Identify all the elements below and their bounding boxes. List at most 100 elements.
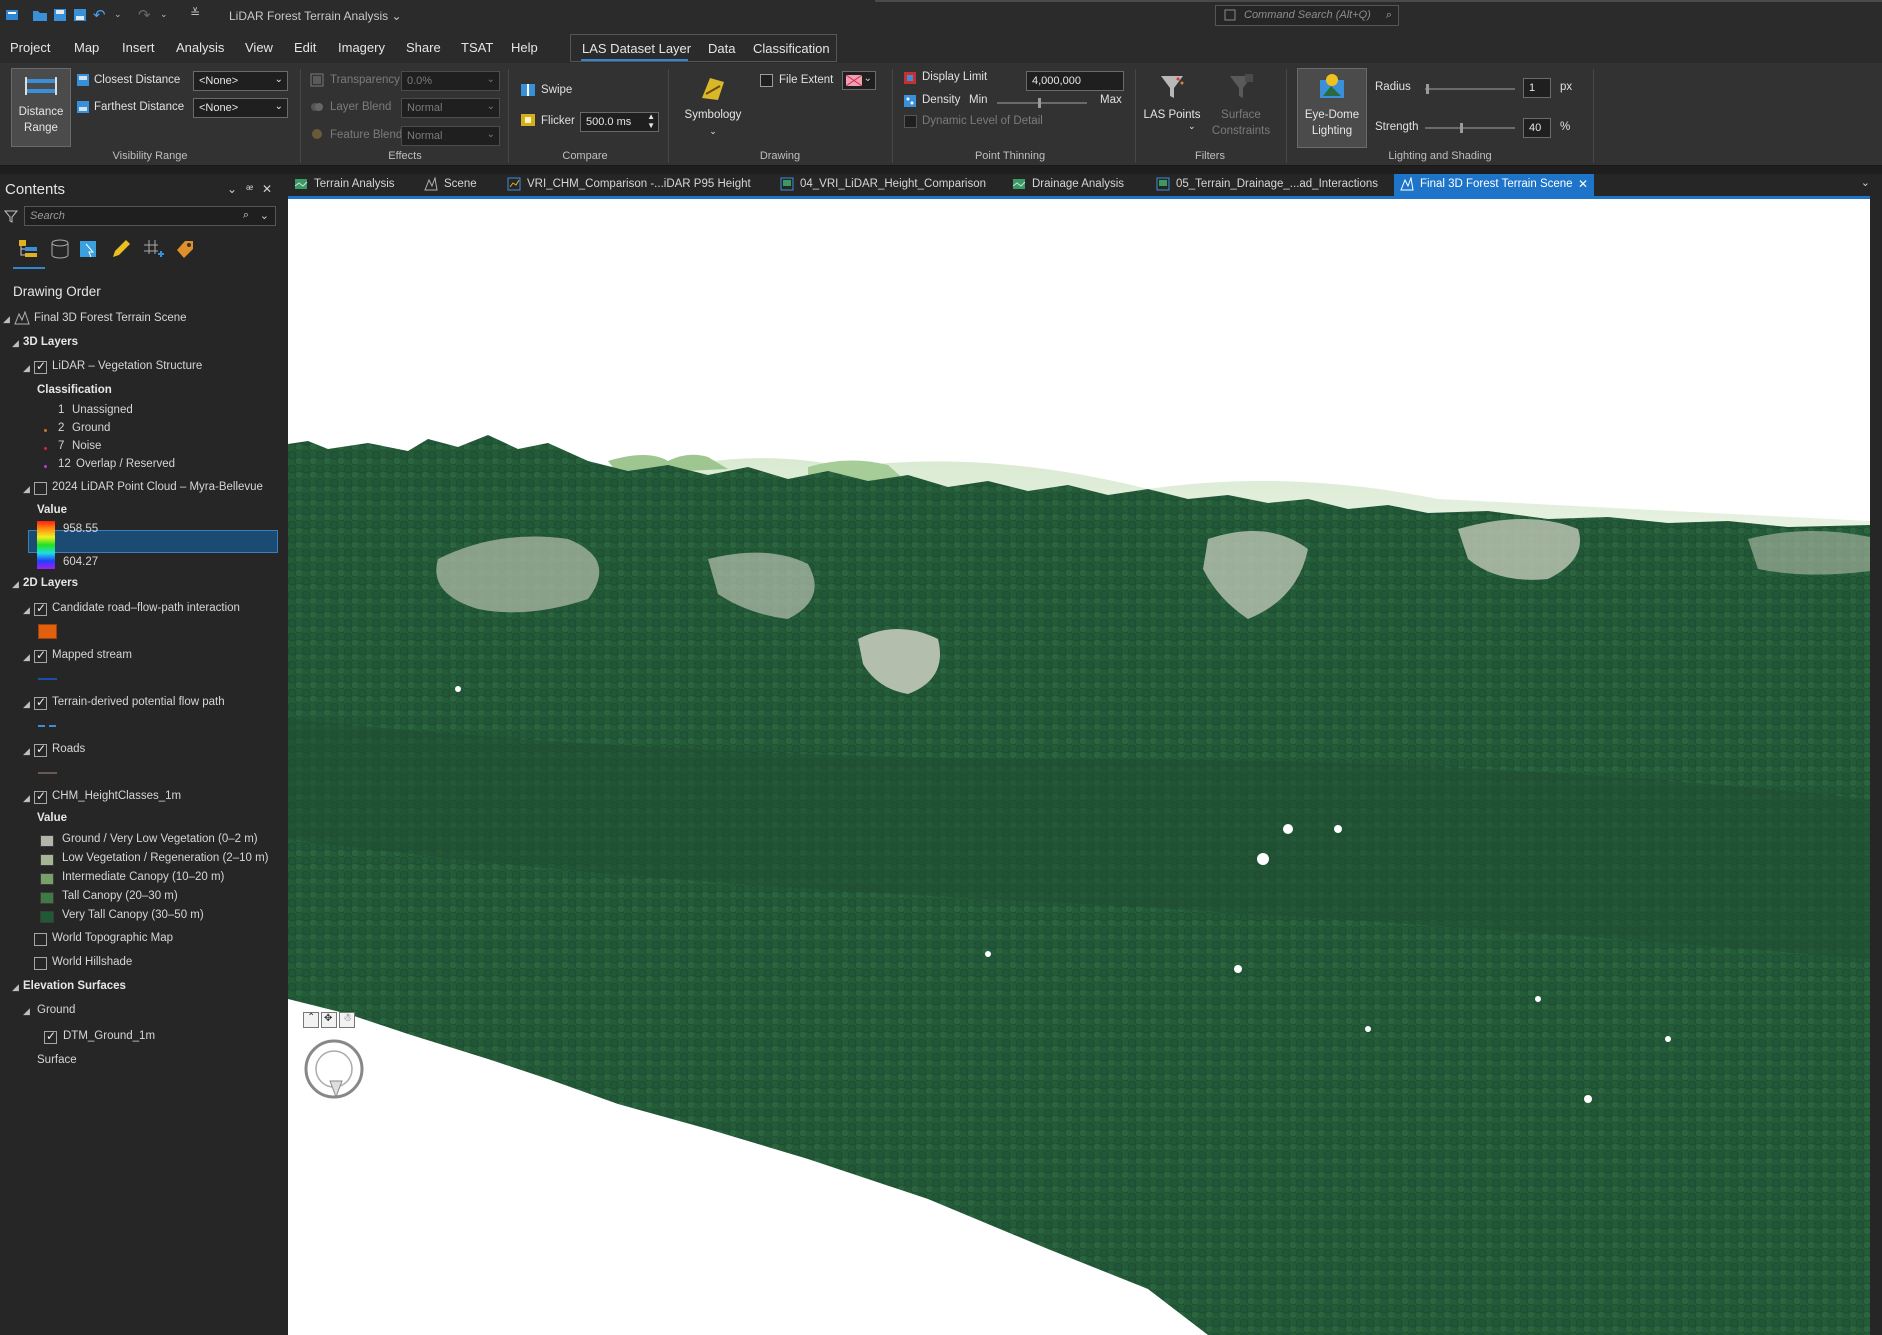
list-by-labeling-icon[interactable] <box>174 238 196 260</box>
open-project-icon[interactable] <box>32 7 48 23</box>
flow-path-visibility-checkbox[interactable] <box>34 695 47 710</box>
collapse-icon[interactable]: ◢ <box>3 314 10 325</box>
redo-dropdown-icon[interactable]: ⌄ <box>160 9 168 20</box>
filter-icon[interactable] <box>4 209 18 223</box>
list-by-snapping-icon[interactable] <box>142 238 164 260</box>
strength-slider[interactable] <box>1425 127 1515 129</box>
tab-04-vri-lidar-height[interactable]: 04_VRI_LiDAR_Height_Comparison <box>776 174 986 196</box>
command-search-input[interactable]: Command Search (Alt+Q) ⌕ <box>1215 5 1399 26</box>
surface-constraints-button[interactable]: Surface Constraints <box>1208 68 1274 148</box>
pane-splitter[interactable] <box>280 174 288 1335</box>
menu-imagery[interactable]: Imagery <box>338 40 385 55</box>
nav-pan-button[interactable]: ✥ <box>321 1012 337 1028</box>
collapse-icon[interactable]: ◢ <box>23 1006 30 1017</box>
symbology-button[interactable]: Symbology ⌄ <box>678 68 748 148</box>
list-by-editing-icon[interactable] <box>110 238 132 260</box>
2d-layers-heading[interactable]: 2D Layers <box>23 577 78 589</box>
collapse-icon[interactable]: ◢ <box>23 699 30 710</box>
menu-insert[interactable]: Insert <box>122 40 155 55</box>
collapse-icon[interactable]: ◢ <box>12 982 19 993</box>
customize-toolbar-icon[interactable]: ≚ <box>190 6 200 20</box>
eye-dome-lighting-button[interactable]: Eye-Dome Lighting <box>1297 68 1367 148</box>
elevation-surfaces-heading[interactable]: Elevation Surfaces <box>23 980 126 992</box>
swipe-icon[interactable] <box>520 83 536 97</box>
nav-walk-button[interactable]: ☃ <box>339 1012 355 1028</box>
strength-slider-thumb[interactable] <box>1460 123 1463 133</box>
collapse-icon[interactable]: ◢ <box>12 338 19 349</box>
save-as-icon[interactable] <box>72 7 88 23</box>
save-icon[interactable] <box>52 7 68 23</box>
topo-visibility-checkbox[interactable] <box>34 933 47 946</box>
dtm-visibility-checkbox[interactable] <box>44 1029 57 1044</box>
menu-help[interactable]: Help <box>511 40 538 55</box>
collapse-icon[interactable]: ◢ <box>23 363 30 374</box>
hillshade-layer-name[interactable]: World Hillshade <box>52 956 132 968</box>
chm-layer-name[interactable]: CHM_HeightClasses_1m <box>52 790 181 802</box>
pin-icon[interactable]: ᵆ <box>246 182 253 196</box>
pane-options-icon[interactable]: ⌄ <box>227 182 237 196</box>
tab-05-terrain-drainage[interactable]: 05_Terrain_Drainage_...ad_Interactions <box>1152 174 1378 196</box>
feature-blend-select[interactable]: Normal ⌄ <box>401 126 500 146</box>
list-by-drawing-order-icon[interactable] <box>17 238 39 260</box>
menu-edit[interactable]: Edit <box>294 40 316 55</box>
spinner-icon[interactable]: ▲ ▼ <box>647 112 655 130</box>
radius-slider-thumb[interactable] <box>1426 84 1429 94</box>
roads-visibility-checkbox[interactable] <box>34 742 47 757</box>
app-title[interactable]: LiDAR Forest Terrain Analysis ⌄ <box>229 9 402 23</box>
tab-classification[interactable]: Classification <box>753 41 830 56</box>
collapse-icon[interactable]: ◢ <box>23 652 30 663</box>
chm-visibility-checkbox[interactable] <box>34 789 47 804</box>
menu-share[interactable]: Share <box>406 40 441 55</box>
mapped-stream-layer-name[interactable]: Mapped stream <box>52 649 132 661</box>
road-flow-visibility-checkbox[interactable] <box>34 601 47 616</box>
dtm-layer-name[interactable]: DTM_Ground_1m <box>63 1030 155 1042</box>
scene-view[interactable]: ⌃ ✥ ☃ ⁚ <box>288 199 1870 1335</box>
hillshade-visibility-checkbox[interactable] <box>34 957 47 970</box>
ground-surface-name[interactable]: Ground <box>37 1004 75 1016</box>
roads-layer-name[interactable]: Roads <box>52 743 85 755</box>
nav-up-button[interactable]: ⌃ <box>303 1012 319 1028</box>
collapse-icon[interactable]: ◢ <box>23 746 30 757</box>
topo-layer-name[interactable]: World Topographic Map <box>52 932 173 944</box>
menu-analysis[interactable]: Analysis <box>176 40 224 55</box>
closest-distance-select[interactable]: <None> ⌄ <box>193 71 288 91</box>
swipe-label[interactable]: Swipe <box>541 84 572 96</box>
navigator-compass[interactable] <box>302 1037 366 1101</box>
undo-dropdown-icon[interactable]: ⌄ <box>114 9 122 20</box>
dynamic-lod-checkbox[interactable] <box>904 115 917 128</box>
strength-input[interactable]: 40 <box>1523 118 1551 138</box>
flicker-icon[interactable] <box>520 113 536 127</box>
tab-drainage-analysis[interactable]: Drainage Analysis <box>1008 174 1128 196</box>
flicker-interval-input[interactable]: 500.0 ms ▲ ▼ <box>580 112 659 132</box>
list-by-selection-icon[interactable] <box>78 238 100 260</box>
las-points-button[interactable]: LAS Points ⌄ <box>1142 68 1202 148</box>
distance-range-button[interactable]: Distance Range <box>11 68 71 147</box>
lidar-layer-visibility-checkbox[interactable] <box>34 359 47 374</box>
point-cloud-layer-name[interactable]: 2024 LiDAR Point Cloud – Myra-Bellevue <box>52 481 263 493</box>
menu-tsat[interactable]: TSAT <box>461 40 493 55</box>
farthest-distance-select[interactable]: <None> ⌄ <box>193 98 288 118</box>
flow-path-layer-name[interactable]: Terrain-derived potential flow path <box>52 696 225 708</box>
menu-view[interactable]: View <box>245 40 273 55</box>
toc-search-input[interactable]: Search ⌕ ⌄ <box>24 206 276 226</box>
collapse-icon[interactable]: ◢ <box>23 793 30 804</box>
transparency-select[interactable]: 0.0% ⌄ <box>401 71 500 91</box>
undo-icon[interactable]: ↶ <box>93 6 106 24</box>
tab-las-dataset-layer[interactable]: LAS Dataset Layer <box>582 41 691 56</box>
collapse-icon[interactable]: ◢ <box>23 484 30 495</box>
nav-more-icon[interactable]: ⁚ <box>360 1009 363 1020</box>
mapped-stream-visibility-checkbox[interactable] <box>34 648 47 663</box>
radius-input[interactable]: 1 <box>1523 78 1551 98</box>
point-cloud-visibility-checkbox[interactable] <box>34 482 47 495</box>
road-flow-layer-name[interactable]: Candidate road–flow-path interaction <box>52 602 240 614</box>
tab-final-3d-forest-terrain-scene[interactable]: Final 3D Forest Terrain Scene ✕ <box>1394 174 1594 196</box>
menu-project[interactable]: Project <box>10 40 50 55</box>
scene-name[interactable]: Final 3D Forest Terrain Scene <box>34 312 187 324</box>
list-by-data-source-icon[interactable] <box>49 238 71 260</box>
tab-data[interactable]: Data <box>708 41 735 56</box>
tab-terrain-analysis[interactable]: Terrain Analysis <box>290 174 405 196</box>
display-limit-input[interactable]: 4,000,000 <box>1026 71 1124 91</box>
lidar-layer-name[interactable]: LiDAR – Vegetation Structure <box>52 360 202 372</box>
tab-vri-chm-comparison[interactable]: VRI_CHM_Comparison -...iDAR P95 Height <box>503 174 753 196</box>
tab-overflow-icon[interactable]: ⌄ <box>1861 176 1870 189</box>
